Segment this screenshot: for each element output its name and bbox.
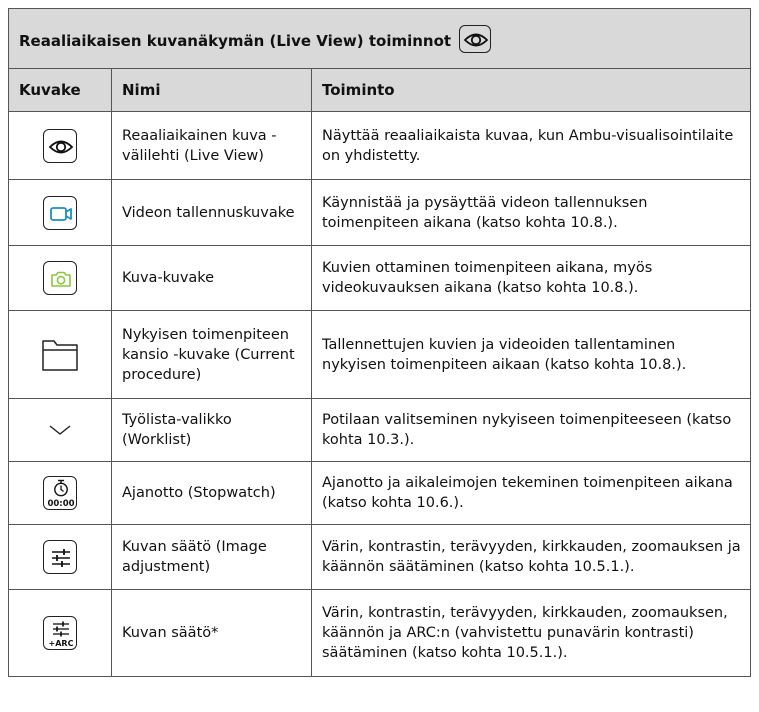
table-title-cell: Reaaliaikaisen kuvanäkymän (Live View) t… [7,8,752,69]
function-cell: Värin, kontrastin, terävyyden, kirkkaude… [310,524,752,590]
table-row: Työlista-valikko (Worklist) Potilaan val… [8,398,752,462]
header-icon: Kuvake [8,68,112,112]
table-title-row: Reaaliaikaisen kuvanäkymän (Live View) t… [7,8,752,69]
live-view-functions-table-wrapper: Reaaliaikaisen kuvanäkymän (Live View) t… [7,8,752,677]
table-title: Reaaliaikaisen kuvanäkymän (Live View) t… [19,31,452,50]
table-row: 00:00 Ajanotto (Stopwatch) Ajanotto ja a… [8,461,752,525]
svg-text:00:00: 00:00 [47,499,74,509]
eye-icon [459,24,492,53]
live-view-functions-table: Reaaliaikaisen kuvanäkymän (Live View) t… [7,8,752,677]
eye-icon [43,128,77,163]
camera-icon [43,261,77,295]
name-cell: Reaaliaikainen kuva -välilehti (Live Vie… [111,111,312,180]
icon-cell: 00:00 [8,461,112,525]
chevron-down-icon [49,425,71,435]
icon-cell [8,179,112,246]
icon-cell [8,398,112,462]
svg-text:+ARC: +ARC [49,639,74,648]
function-cell: Kuvien ottaminen toimenpiteen aikana, my… [310,245,752,311]
name-cell: Kuva-kuvake [111,245,312,311]
icon-cell [8,310,112,399]
icon-cell [8,245,112,311]
name-cell: Työlista-valikko (Worklist) [111,398,312,462]
icon-cell: +ARC [8,589,112,677]
folder-icon [42,339,78,371]
header-function: Toiminto [310,68,752,112]
table-header-row: Kuvake Nimi Toiminto [8,68,752,112]
icon-cell [8,524,112,590]
function-cell: Käynnistää ja pysäyttää videon tallennuk… [310,179,752,246]
header-name: Nimi [111,68,312,112]
table-row: Kuva-kuvake Kuvien ottaminen toimenpitee… [8,245,752,311]
sliders-icon [43,540,77,574]
video-camera-icon [43,195,77,230]
name-cell: Ajanotto (Stopwatch) [111,461,312,525]
function-cell: Tallennettujen kuvien ja videoiden talle… [310,310,752,399]
function-cell: Ajanotto ja aikaleimojen tekeminen toime… [310,461,752,525]
function-cell: Potilaan valitseminen nykyiseen toimenpi… [310,398,752,462]
table-row: Reaaliaikainen kuva -välilehti (Live Vie… [8,111,752,180]
table-row: Kuvan säätö (Image adjustment) Värin, ko… [8,524,752,590]
function-cell: Näyttää reaaliaikaista kuvaa, kun Ambu-v… [310,111,752,180]
table-row: Videon tallennuskuvake Käynnistää ja pys… [8,179,752,246]
name-cell: Nykyisen toimenpiteen kansio -kuvake (Cu… [111,310,312,399]
stopwatch-icon: 00:00 [43,476,77,510]
function-cell: Värin, kontrastin, terävyyden, kirkkaude… [310,589,752,677]
sliders-arc-icon: +ARC [43,616,77,650]
icon-cell [8,111,112,180]
name-cell: Kuvan säätö* [111,589,312,677]
table-row: +ARC Kuvan säätö* Värin, kontrastin, ter… [8,589,752,677]
table-row: Nykyisen toimenpiteen kansio -kuvake (Cu… [8,310,752,399]
name-cell: Videon tallennuskuvake [111,179,312,246]
name-cell: Kuvan säätö (Image adjustment) [111,524,312,590]
